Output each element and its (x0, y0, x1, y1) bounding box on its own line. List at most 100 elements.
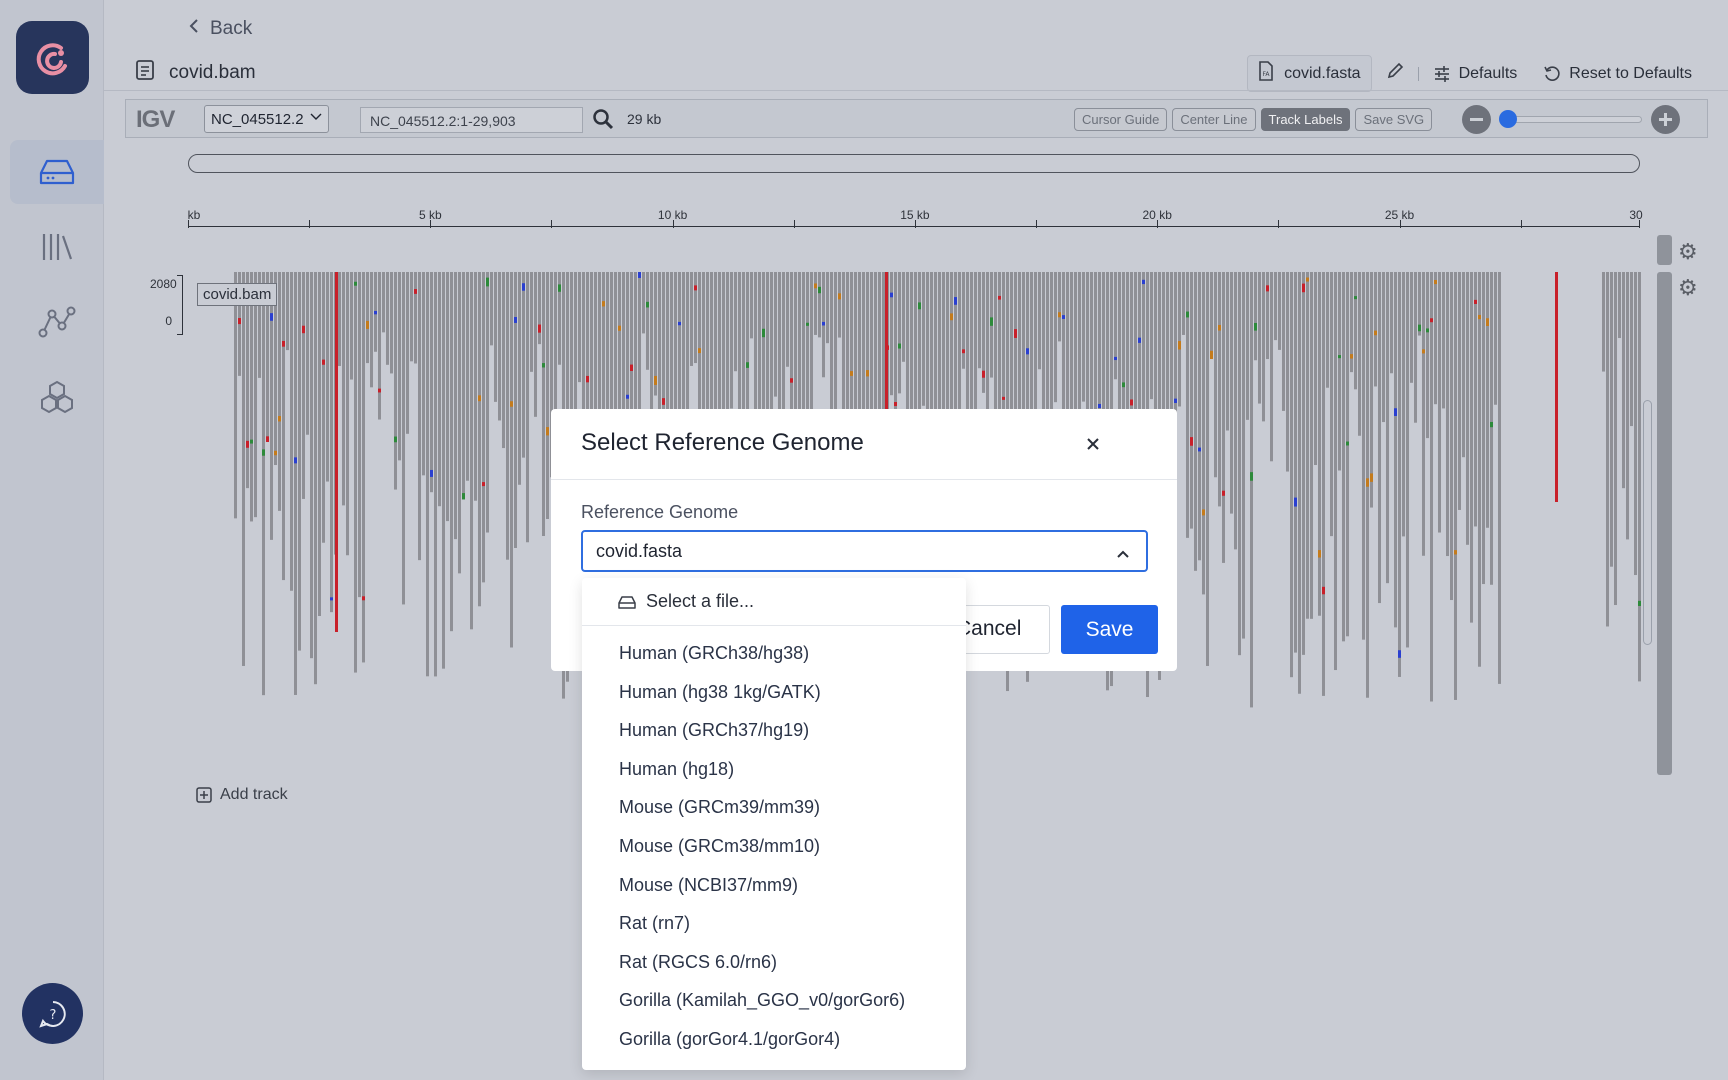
selected-value: covid.fasta (596, 541, 683, 561)
save-button[interactable]: Save (1061, 605, 1158, 654)
svg-text:?: ? (49, 1008, 56, 1023)
center-line-button[interactable]: Center Line (1172, 108, 1256, 131)
edit-reference-button[interactable] (1386, 62, 1404, 85)
track-scrollbar[interactable] (1657, 272, 1672, 775)
header-actions: FA covid.fasta Defaults Reset to Default… (1247, 55, 1692, 92)
genome-option[interactable]: Mouse (GRCm38/mm10) (582, 828, 966, 867)
back-link[interactable]: Back (188, 18, 252, 40)
coverage-scale: 2080 0 (150, 277, 177, 328)
ruler-tick-label: 30 (1629, 208, 1643, 222)
close-icon[interactable] (1083, 434, 1103, 454)
reference-genome-select[interactable]: covid.fasta (581, 530, 1148, 572)
sidebar: ? (0, 0, 104, 1080)
track-labels-button[interactable]: Track Labels (1260, 108, 1351, 131)
select-file-option[interactable]: Select a file... (618, 591, 754, 612)
ruler-tick (188, 220, 189, 228)
dropdown-divider (582, 625, 966, 626)
add-track-button[interactable]: Add track (196, 786, 288, 804)
genome-ruler: kb 5 kb 10 kb 15 kb 20 kb 25 kb 30 (187, 208, 1643, 230)
ruler-tick-label: kb (187, 208, 201, 222)
add-box-icon (196, 787, 212, 803)
ruler-tick (914, 220, 916, 228)
igv-toggle-buttons: Cursor Guide Center Line Track Labels Sa… (1074, 108, 1433, 131)
reference-genome-dropdown: Select a file... Human (GRCh38/hg38) Hum… (582, 578, 966, 1070)
save-svg-button[interactable]: Save SVG (1355, 108, 1433, 131)
chromosome-select[interactable]: NC_045512.2 (204, 105, 329, 133)
zoom-slider-thumb[interactable] (1499, 110, 1517, 128)
genome-option[interactable]: Gorilla (Kamilah_GGO_v0/gorGor6) (582, 982, 966, 1021)
search-icon[interactable] (592, 108, 614, 135)
ruler-tick (1157, 220, 1159, 228)
drive-icon (39, 159, 75, 185)
sidebar-item-molecules[interactable] (10, 365, 104, 429)
ruler-tick (1520, 220, 1522, 228)
fasta-file-icon: FA (1258, 61, 1274, 86)
logo-icon (36, 42, 67, 75)
dialog-title: Select Reference Genome (581, 429, 864, 456)
genome-option-list: Human (GRCh38/hg38) Human (hg38 1kg/GATK… (582, 635, 966, 1060)
sidebar-item-workflows[interactable] (10, 290, 104, 354)
genome-option[interactable]: Mouse (NCBI37/mm9) (582, 867, 966, 906)
zoom-slider[interactable] (1504, 116, 1642, 123)
sidebar-item-files[interactable] (10, 140, 104, 204)
zoom-in-button[interactable] (1651, 105, 1680, 134)
ruler-tick (1639, 220, 1640, 228)
viewport-scrollbar[interactable] (1643, 400, 1652, 645)
library-icon (42, 234, 73, 260)
divider (1417, 66, 1419, 81)
help-chat-button[interactable]: ? (22, 983, 83, 1044)
drive-icon (618, 595, 636, 609)
hexagons-icon (41, 380, 73, 414)
dialog-divider (551, 479, 1177, 480)
genome-option[interactable]: Rat (rn7) (582, 905, 966, 944)
ruler-tick (1036, 220, 1038, 228)
genome-option[interactable]: Human (GRCh38/hg38) (582, 635, 966, 674)
genome-option[interactable]: Human (hg18) (582, 751, 966, 790)
gear-icon[interactable]: ⚙ (1678, 239, 1698, 265)
ruler-tick (672, 220, 674, 228)
file-title: covid.bam (135, 59, 256, 87)
genome-option[interactable]: Gorilla (gorGor4.1/gorGor4) (582, 1021, 966, 1060)
igv-logo: IGV (136, 106, 175, 133)
app-logo[interactable] (16, 21, 89, 94)
reset-icon (1544, 65, 1560, 81)
genome-option[interactable]: Human (hg38 1kg/GATK) (582, 674, 966, 713)
coverage-min: 0 (165, 314, 172, 328)
defaults-button[interactable]: Defaults (1433, 65, 1517, 83)
gear-icon[interactable]: ⚙ (1678, 275, 1698, 301)
chevron-up-icon (1116, 543, 1130, 564)
ruler-tick (1399, 220, 1401, 228)
ruler-tick (793, 220, 795, 228)
ruler-tick (551, 220, 553, 228)
locus-span: 29 kb (627, 111, 662, 127)
genome-option[interactable]: Mouse (GRCm39/mm39) (582, 789, 966, 828)
reference-chip[interactable]: FA covid.fasta (1247, 55, 1372, 92)
cursor-guide-button[interactable]: Cursor Guide (1074, 108, 1168, 131)
igv-toolbar: IGV NC_045512.2 NC_045512.2:1-29,903 29 … (125, 99, 1708, 138)
coverage-bracket (177, 275, 183, 335)
sidebar-item-library[interactable] (10, 215, 104, 279)
locus-input[interactable]: NC_045512.2:1-29,903 (360, 107, 583, 133)
track-scrollbar-coverage[interactable] (1657, 235, 1672, 265)
track-label: covid.bam (197, 283, 278, 306)
sliders-icon (1434, 65, 1449, 82)
field-label: Reference Genome (581, 502, 739, 522)
chromosome-ideogram[interactable] (188, 154, 1640, 173)
file-name: covid.bam (169, 62, 256, 83)
genome-option[interactable]: Rat (RGCS 6.0/rn6) (582, 944, 966, 983)
file-list-icon (135, 59, 155, 87)
chevron-down-icon (310, 110, 322, 124)
reference-chip-label: covid.fasta (1284, 64, 1361, 82)
header-divider (104, 90, 1728, 91)
genome-option[interactable]: Human (GRCh37/hg19) (582, 712, 966, 751)
ruler-tick (430, 220, 432, 228)
add-track-label: Add track (220, 786, 288, 803)
chevron-left-icon (188, 18, 200, 40)
zoom-out-button[interactable] (1462, 105, 1491, 134)
coverage-max: 2080 (150, 277, 177, 291)
pencil-icon (1387, 62, 1403, 79)
ruler-tick (1278, 220, 1280, 228)
reset-defaults-button[interactable]: Reset to Defaults (1543, 65, 1692, 83)
select-file-label: Select a file... (646, 591, 755, 611)
chat-help-icon: ? (38, 1000, 66, 1028)
